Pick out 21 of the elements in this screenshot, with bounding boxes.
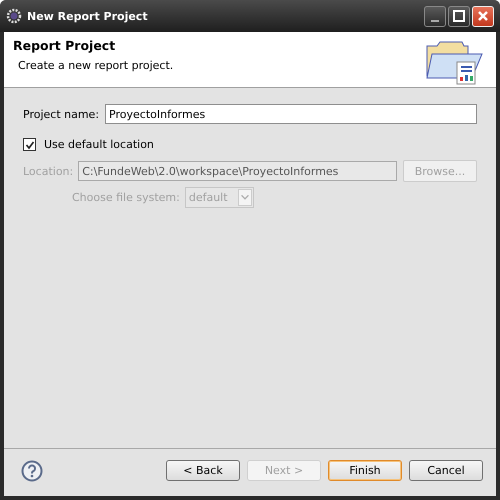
wizard-button[interactable]: Cancel	[409, 460, 483, 481]
wizard-button[interactable]: Finish	[328, 460, 402, 481]
wizard-button[interactable]: < Back	[166, 460, 240, 481]
dropdown-caret-icon	[238, 189, 252, 206]
close-icon	[477, 10, 489, 22]
file-system-label: Choose file system:	[72, 191, 180, 204]
close-button[interactable]	[472, 6, 494, 26]
location-label: Location:	[23, 164, 74, 178]
help-icon[interactable]	[21, 460, 43, 482]
page-title: Report Project	[13, 38, 116, 53]
window-title: New Report Project	[27, 10, 149, 22]
page-description: Create a new report project.	[18, 59, 174, 72]
maximize-icon	[453, 10, 465, 22]
project-name-label: Project name:	[23, 108, 100, 120]
checkbox-label: Use default location	[44, 138, 154, 151]
checkbox[interactable]	[23, 138, 36, 151]
app-icon	[6, 8, 22, 24]
maximize-button[interactable]	[448, 6, 470, 26]
minimize-button[interactable]	[424, 6, 446, 26]
project-name-field[interactable]: ProyectoInformes	[105, 104, 477, 124]
minimize-icon	[431, 20, 439, 22]
